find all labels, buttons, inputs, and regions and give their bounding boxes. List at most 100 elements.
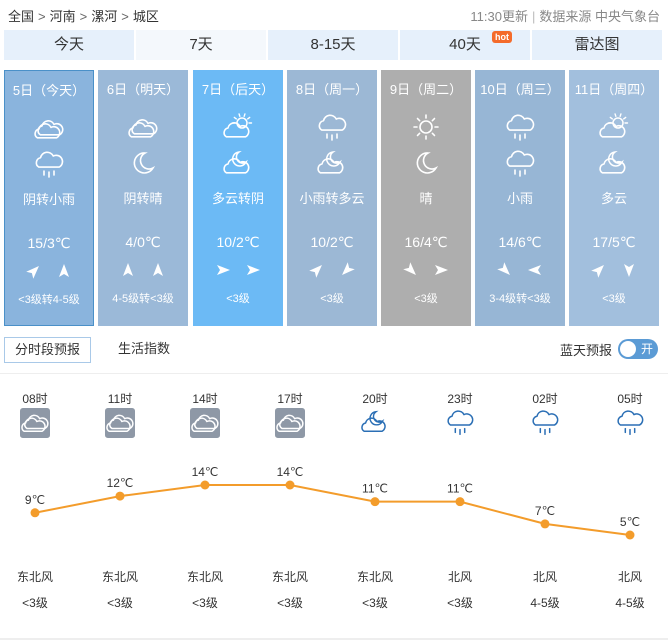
hour-label: 14时 xyxy=(192,392,218,406)
overcast-icon xyxy=(98,112,188,142)
day-temperature: 17/5℃ xyxy=(592,234,636,250)
hour-wind-level: 4-5级 xyxy=(615,596,645,610)
tab-today[interactable]: 今天 xyxy=(4,30,134,60)
day-date: 10日（周三） xyxy=(480,82,560,97)
wind-arrow-icon xyxy=(591,262,607,278)
breadcrumb-separator: > xyxy=(38,9,46,24)
wind-arrow-icon xyxy=(339,262,355,278)
rain-icon xyxy=(5,149,93,179)
partly-cloudy-night-icon xyxy=(569,148,659,178)
day-wind-level: 3-4级转<3级 xyxy=(489,293,551,305)
wind-arrow-icon xyxy=(621,262,637,278)
tab-life-index[interactable]: 生活指数 xyxy=(108,337,180,363)
breadcrumb-item-country[interactable]: 全国 xyxy=(8,9,34,24)
day-card[interactable]: 5日（今天） 阴转小雨 15/3℃ <3级转4-5级 xyxy=(4,70,94,326)
update-time: 11:30更新 xyxy=(470,9,528,24)
day-date: 6日（明天） xyxy=(106,82,180,97)
sun-icon xyxy=(381,112,471,142)
tab-7days[interactable]: 7天 xyxy=(136,30,266,60)
overcast-icon xyxy=(190,408,220,438)
rain-icon xyxy=(615,408,645,438)
rain-icon xyxy=(475,148,565,178)
day-card[interactable]: 6日（明天） 阴转晴 4/0℃ 4-5级转<3级 xyxy=(98,70,188,326)
forecast-tabs: 今天 7天 8-15天 40天 hot 雷达图 xyxy=(4,30,662,60)
wind-direction xyxy=(98,262,188,278)
hour-label: 08时 xyxy=(22,392,48,406)
hour-wind-level: <3级 xyxy=(277,596,303,610)
toggle-label: 开 xyxy=(640,342,653,356)
hour-wind-direction: 北风 xyxy=(617,570,642,584)
rain-icon xyxy=(445,408,475,438)
wind-direction xyxy=(193,262,283,278)
tab-8-15days[interactable]: 8-15天 xyxy=(268,30,398,60)
hour-label: 17时 xyxy=(277,392,303,406)
day-weather-desc: 小雨 xyxy=(506,191,533,206)
day-weather-desc: 多云 xyxy=(600,191,627,206)
overcast-icon xyxy=(5,113,93,143)
day-card[interactable]: 8日（周一） 小雨转多云 10/2℃ <3级 xyxy=(287,70,377,326)
day-weather-desc: 晴 xyxy=(419,191,433,206)
tab-label: 40天 xyxy=(449,36,481,53)
breadcrumb-item-province[interactable]: 河南 xyxy=(50,9,76,24)
wind-arrow-icon xyxy=(215,262,231,278)
tab-hourly[interactable]: 分时段预报 xyxy=(4,337,92,363)
day-date: 5日（今天） xyxy=(12,83,86,98)
subtabs: 分时段预报 生活指数 蓝天预报 开 xyxy=(4,337,664,367)
day-wind-level: <3级转4-5级 xyxy=(18,294,80,306)
day-temperature: 10/2℃ xyxy=(216,234,260,250)
day-card[interactable]: 9日（周二） 晴 16/4℃ <3级 xyxy=(381,70,471,326)
temperature-label: 11℃ xyxy=(447,482,473,496)
blue-sky-toggle[interactable]: 开 xyxy=(618,339,658,359)
wind-arrow-icon xyxy=(403,262,419,278)
hour-wind-direction: 北风 xyxy=(532,570,557,584)
day-wind-level: 4-5级转<3级 xyxy=(112,293,174,305)
partly-cloudy-icon xyxy=(193,112,283,142)
day-card[interactable]: 10日（周三） 小雨 14/6℃ 3-4级转<3级 xyxy=(475,70,565,326)
temperature-label: 14℃ xyxy=(277,465,304,479)
day-date: 8日（周一） xyxy=(295,82,369,97)
tab-40days[interactable]: 40天 hot xyxy=(400,30,530,60)
breadcrumb-item-city[interactable]: 漯河 xyxy=(91,9,117,24)
hour-label: 20时 xyxy=(362,392,388,406)
rain-icon xyxy=(287,112,377,142)
daily-forecast: 5日（今天） 阴转小雨 15/3℃ <3级转4-5级 6日（明天） 阴转晴 4/0… xyxy=(4,70,664,326)
day-card[interactable]: 11日（周四） 多云 17/5℃ <3级 xyxy=(569,70,659,326)
hot-badge: hot xyxy=(492,31,512,43)
temperature-point xyxy=(115,491,125,501)
overcast-icon xyxy=(20,408,50,438)
wind-arrow-icon xyxy=(433,262,449,278)
hour-wind-level: 4-5级 xyxy=(530,596,560,610)
day-wind-level: <3级 xyxy=(414,293,438,305)
hour-wind-level: <3级 xyxy=(362,596,388,610)
wind-direction xyxy=(287,262,377,278)
breadcrumb-separator: > xyxy=(121,9,129,24)
overcast-icon xyxy=(275,408,305,438)
divider xyxy=(0,373,668,374)
wind-arrow-icon xyxy=(26,263,42,279)
wind-direction xyxy=(381,262,471,278)
wind-arrow-icon xyxy=(245,262,261,278)
temperature-point xyxy=(200,480,210,490)
breadcrumb-item-district: 城区 xyxy=(132,9,159,24)
partly-cloudy-night-icon xyxy=(360,408,390,438)
toggle-knob xyxy=(620,341,636,357)
breadcrumb-separator: > xyxy=(79,9,88,24)
hour-wind-direction: 东北风 xyxy=(186,570,223,584)
temperature-point xyxy=(625,530,635,540)
hour-wind-level: <3级 xyxy=(22,596,48,610)
day-temperature: 16/4℃ xyxy=(404,234,448,250)
hour-wind-direction: 东北风 xyxy=(356,570,393,584)
temperature-chart: 9℃ 12℃ 14℃ 14℃ 11℃ 11℃ 7℃ 5℃ xyxy=(25,465,640,540)
rain-icon xyxy=(530,408,560,438)
hour-label: 05时 xyxy=(617,392,643,406)
hour-wind-level: <3级 xyxy=(447,596,473,610)
blue-sky-forecast: 蓝天预报 开 xyxy=(560,339,658,359)
tab-label: 7天 xyxy=(189,36,213,53)
day-temperature: 14/6℃ xyxy=(498,234,542,250)
wind-direction xyxy=(569,262,659,278)
tab-radar[interactable]: 雷达图 xyxy=(532,30,662,60)
day-card[interactable]: 7日（后天） 多云转阴 10/2℃ <3级 xyxy=(193,70,283,326)
day-wind-level: <3级 xyxy=(226,293,250,305)
rain-icon xyxy=(475,112,565,142)
blue-sky-label: 蓝天预报 xyxy=(559,342,612,358)
